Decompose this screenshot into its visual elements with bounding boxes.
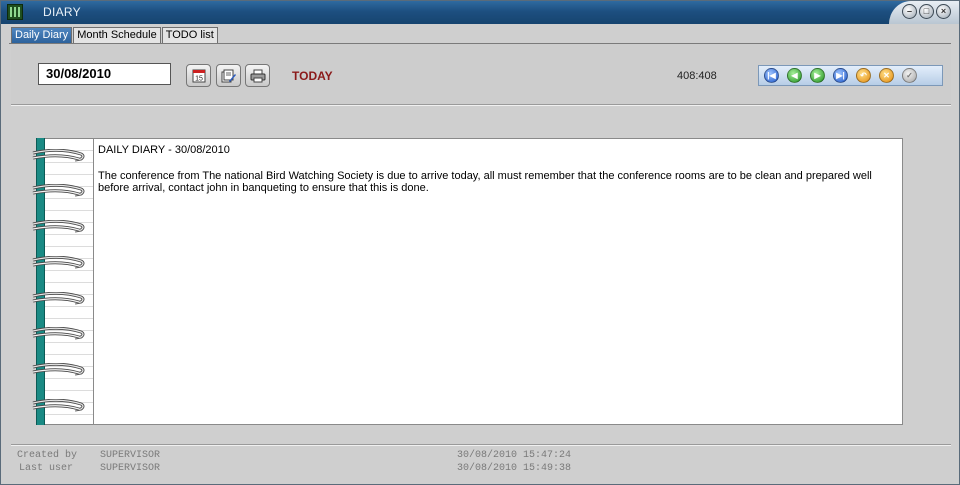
window-title: DIARY	[43, 5, 81, 19]
notebook-ring	[32, 149, 85, 162]
calendar-icon: 15	[192, 69, 205, 82]
notebook-spine	[36, 138, 45, 425]
previous-icon[interactable]: ◀	[787, 68, 802, 83]
undo-icon[interactable]: ↶	[856, 68, 871, 83]
first-icon[interactable]: |◀	[764, 68, 779, 83]
date-field[interactable]: 30/08/2010	[38, 63, 171, 85]
diary-window: DIARY – □ × Daily Diary Month Schedule T…	[0, 0, 960, 485]
maximize-icon[interactable]: □	[919, 4, 934, 19]
print-button[interactable]	[245, 64, 270, 87]
diary-text[interactable]: The conference from The national Bird Wa…	[98, 170, 888, 194]
confirm-icon[interactable]: ✓	[902, 68, 917, 83]
next-icon[interactable]: ▶	[810, 68, 825, 83]
created-by-label: Created by	[17, 450, 78, 461]
notebook-ring	[32, 399, 85, 412]
edit-icon	[221, 69, 236, 82]
created-by-value: SUPERVISOR	[100, 450, 161, 461]
notebook-ring-strip	[45, 138, 93, 425]
last-user-label: Last user	[19, 463, 74, 474]
notebook-ring	[32, 256, 85, 269]
minimize-icon[interactable]: –	[902, 4, 917, 19]
notebook-ring	[32, 363, 85, 376]
tab-todo-list[interactable]: TODO list	[161, 27, 218, 43]
edit-button[interactable]	[216, 64, 241, 87]
notebook-ring	[32, 292, 85, 305]
record-counter: 408:408	[677, 70, 717, 82]
record-navigator: |◀ ◀ ▶ ▶| ↶ ✕ ✓	[758, 65, 943, 86]
last-icon[interactable]: ▶|	[833, 68, 848, 83]
title-bar[interactable]: DIARY – □ ×	[1, 1, 959, 24]
svg-text:15: 15	[195, 75, 203, 82]
print-icon	[250, 69, 265, 82]
cancel-icon[interactable]: ✕	[879, 68, 894, 83]
toolbar-separator	[11, 104, 951, 106]
tab-month-schedule[interactable]: Month Schedule	[73, 27, 161, 43]
today-link[interactable]: TODAY	[292, 69, 333, 83]
notebook-ring	[32, 327, 85, 340]
diary-heading: DAILY DIARY - 30/08/2010	[98, 144, 230, 156]
created-at: 30/08/2010 15:47:24	[457, 450, 572, 461]
notebook-ring	[32, 220, 85, 233]
last-modified-at: 30/08/2010 15:49:38	[457, 463, 572, 474]
app-icon	[7, 4, 23, 20]
tab-daily-diary[interactable]: Daily Diary	[11, 27, 73, 43]
tab-bar: Daily Diary Month Schedule TODO list	[11, 27, 219, 43]
last-user-value: SUPERVISOR	[100, 463, 161, 474]
calendar-button[interactable]: 15	[186, 64, 211, 87]
footer-separator	[11, 444, 951, 446]
diary-page[interactable]: DAILY DIARY - 30/08/2010 The conference …	[93, 138, 903, 425]
notebook-ring	[32, 184, 85, 197]
close-icon[interactable]: ×	[936, 4, 951, 19]
